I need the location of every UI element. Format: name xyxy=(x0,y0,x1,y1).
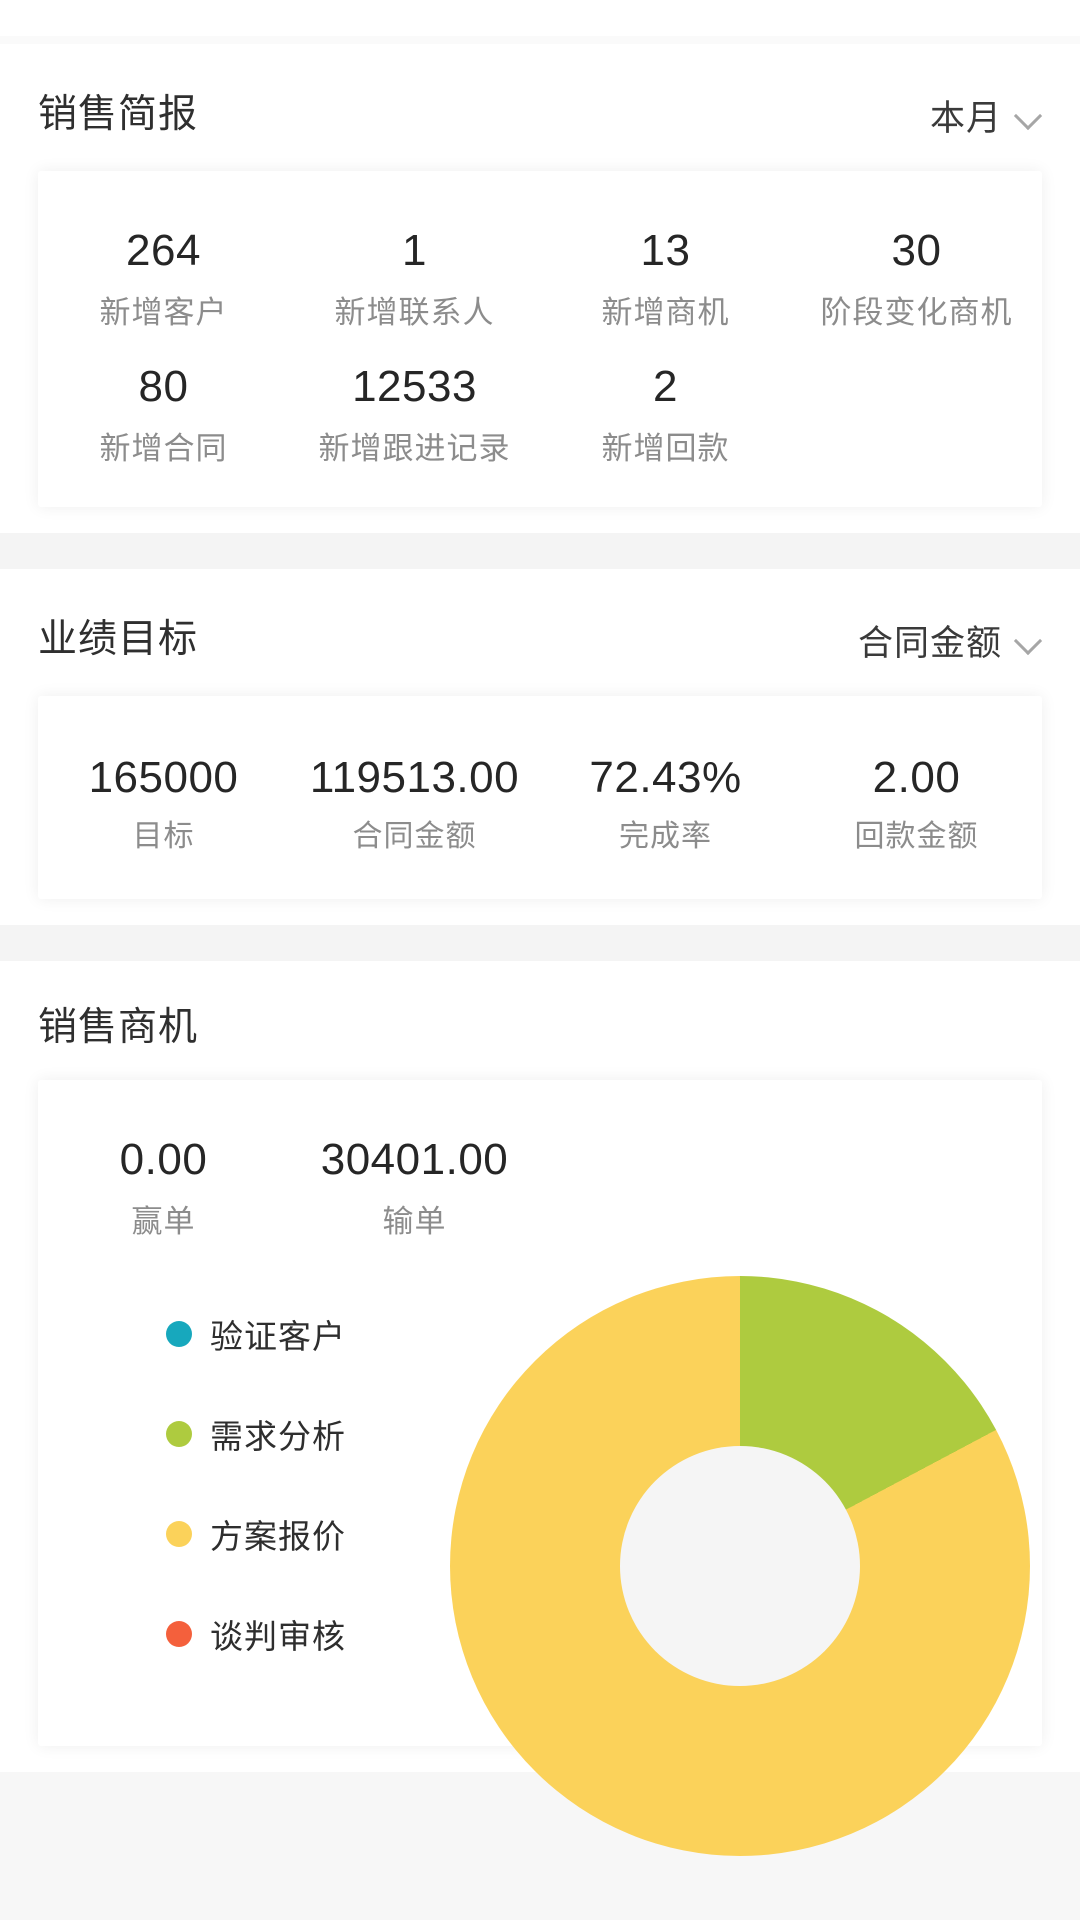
stat-label: 赢单 xyxy=(131,1204,196,1240)
stat-new-contracts[interactable]: 80 新增合同 xyxy=(38,341,289,477)
stat-label: 新增跟进记录 xyxy=(318,431,511,467)
stat-new-payments[interactable]: 2 新增回款 xyxy=(540,341,791,477)
stat-new-followups[interactable]: 12533 新增跟进记录 xyxy=(289,341,540,477)
sales-briefing-section: 销售简报 本月 264 新增客户 1 新增联系人 13 新增商机 30 阶段变化… xyxy=(0,44,1080,534)
sales-opportunity-section: 销售商机 0.00 赢单 30401.00 输单 验证客户 需求分析 方案报价 … xyxy=(0,961,1080,1857)
sales-dashboard-screen: 销售简报 本月 264 新增客户 1 新增联系人 13 新增商机 30 阶段变化… xyxy=(0,0,1080,1920)
stat-new-contacts[interactable]: 1 新增联系人 xyxy=(289,205,540,341)
briefing-stats-row-2: 80 新增合同 12533 新增跟进记录 2 新增回款 xyxy=(38,341,1042,477)
stat-label: 新增商机 xyxy=(601,295,730,330)
legend-color-swatch-icon xyxy=(166,1521,192,1548)
stat-new-opportunities[interactable]: 13 新增商机 xyxy=(540,205,791,341)
performance-target-header: 业绩目标 合同金额 xyxy=(0,569,1080,696)
stat-label: 回款金额 xyxy=(854,820,979,854)
stat-value: 119513.00 xyxy=(309,753,520,803)
stat-target-goal[interactable]: 165000 目标 xyxy=(38,732,289,865)
stat-completion-rate[interactable]: 72.43% 完成率 xyxy=(540,732,791,865)
stat-empty-slot xyxy=(791,341,1042,477)
sales-opportunity-card: 0.00 赢单 30401.00 输单 验证客户 需求分析 方案报价 谈判审核 xyxy=(38,1080,1042,1857)
briefing-stats-row-1: 264 新增客户 1 新增联系人 13 新增商机 30 阶段变化商机 xyxy=(38,205,1042,341)
stat-value: 72.43% xyxy=(589,753,742,803)
opportunity-chart-legend: 验证客户 需求分析 方案报价 谈判审核 xyxy=(166,1310,346,1658)
stat-label: 新增联系人 xyxy=(334,295,495,330)
stat-payment-amount[interactable]: 2.00 回款金额 xyxy=(791,732,1042,865)
metric-filter-label: 合同金额 xyxy=(857,624,1002,664)
stat-stage-changed-opportunities[interactable]: 30 阶段变化商机 xyxy=(791,205,1042,341)
stat-value: 30401.00 xyxy=(320,1135,509,1185)
performance-target-card: 165000 目标 119513.00 合同金额 72.43% 完成率 2.00… xyxy=(38,696,1042,900)
legend-label: 验证客户 xyxy=(210,1318,346,1356)
stat-label: 输单 xyxy=(382,1204,447,1240)
stat-value: 264 xyxy=(126,226,201,275)
status-bar-spacer xyxy=(0,0,1080,36)
sales-opportunity-title: 销售商机 xyxy=(38,1006,199,1050)
legend-color-swatch-icon xyxy=(166,1621,192,1648)
performance-target-section: 业绩目标 合同金额 165000 目标 119513.00 合同金额 72.43… xyxy=(0,569,1080,926)
sales-briefing-header: 销售简报 本月 xyxy=(0,44,1080,171)
stat-label: 新增回款 xyxy=(601,431,730,467)
legend-label: 谈判审核 xyxy=(210,1618,346,1656)
opportunity-chart-area: 验证客户 需求分析 方案报价 谈判审核 xyxy=(38,1276,1042,1857)
sales-briefing-title: 销售简报 xyxy=(38,93,199,137)
stat-value: 165000 xyxy=(88,753,239,803)
stat-label: 完成率 xyxy=(619,820,712,854)
legend-item-verify-customer[interactable]: 验证客户 xyxy=(166,1310,346,1358)
stat-value: 2 xyxy=(653,362,678,412)
metric-filter-dropdown[interactable]: 合同金额 xyxy=(858,615,1042,666)
sales-opportunity-header: 销售商机 xyxy=(0,961,1080,1080)
legend-item-negotiation-review[interactable]: 谈判审核 xyxy=(166,1610,346,1658)
legend-label: 需求分析 xyxy=(210,1418,346,1456)
stat-label: 阶段变化商机 xyxy=(820,295,1013,330)
performance-target-title: 业绩目标 xyxy=(38,618,199,662)
period-filter-label: 本月 xyxy=(929,99,1002,138)
stat-value: 1 xyxy=(402,226,427,275)
donut-center-hole xyxy=(620,1446,860,1687)
opportunity-donut-chart[interactable] xyxy=(450,1276,1030,1857)
stat-label: 新增合同 xyxy=(99,431,228,467)
stat-value: 2.00 xyxy=(872,753,961,803)
stat-contract-amount[interactable]: 119513.00 合同金额 xyxy=(289,732,540,865)
stat-value: 0.00 xyxy=(119,1135,208,1185)
opportunity-stats-row: 0.00 赢单 30401.00 输单 xyxy=(38,1114,1042,1250)
stat-value: 12533 xyxy=(352,362,477,412)
target-stats-row: 165000 目标 119513.00 合同金额 72.43% 完成率 2.00… xyxy=(38,732,1042,865)
stat-value: 80 xyxy=(138,362,189,412)
stat-new-customers[interactable]: 264 新增客户 xyxy=(38,205,289,341)
stat-label: 目标 xyxy=(132,820,195,854)
legend-color-swatch-icon xyxy=(166,1421,192,1448)
legend-item-proposal-quote[interactable]: 方案报价 xyxy=(166,1510,346,1558)
stat-label: 合同金额 xyxy=(352,820,477,854)
legend-color-swatch-icon xyxy=(166,1321,192,1348)
chevron-down-icon xyxy=(1016,103,1042,129)
stat-value: 30 xyxy=(891,226,942,275)
top-divider xyxy=(0,36,1080,44)
legend-item-requirement-analysis[interactable]: 需求分析 xyxy=(166,1410,346,1458)
stat-won-deals[interactable]: 0.00 赢单 xyxy=(38,1114,289,1250)
section-divider-1 xyxy=(0,533,1080,570)
sales-briefing-card: 264 新增客户 1 新增联系人 13 新增商机 30 阶段变化商机 80 新增… xyxy=(38,171,1042,508)
stat-value: 13 xyxy=(640,226,691,275)
period-filter-dropdown[interactable]: 本月 xyxy=(930,90,1042,141)
stat-lost-deals[interactable]: 30401.00 输单 xyxy=(289,1114,540,1250)
section-divider-2 xyxy=(0,925,1080,962)
stat-label: 新增客户 xyxy=(99,295,228,330)
legend-label: 方案报价 xyxy=(210,1518,346,1556)
chevron-down-icon xyxy=(1016,628,1042,654)
